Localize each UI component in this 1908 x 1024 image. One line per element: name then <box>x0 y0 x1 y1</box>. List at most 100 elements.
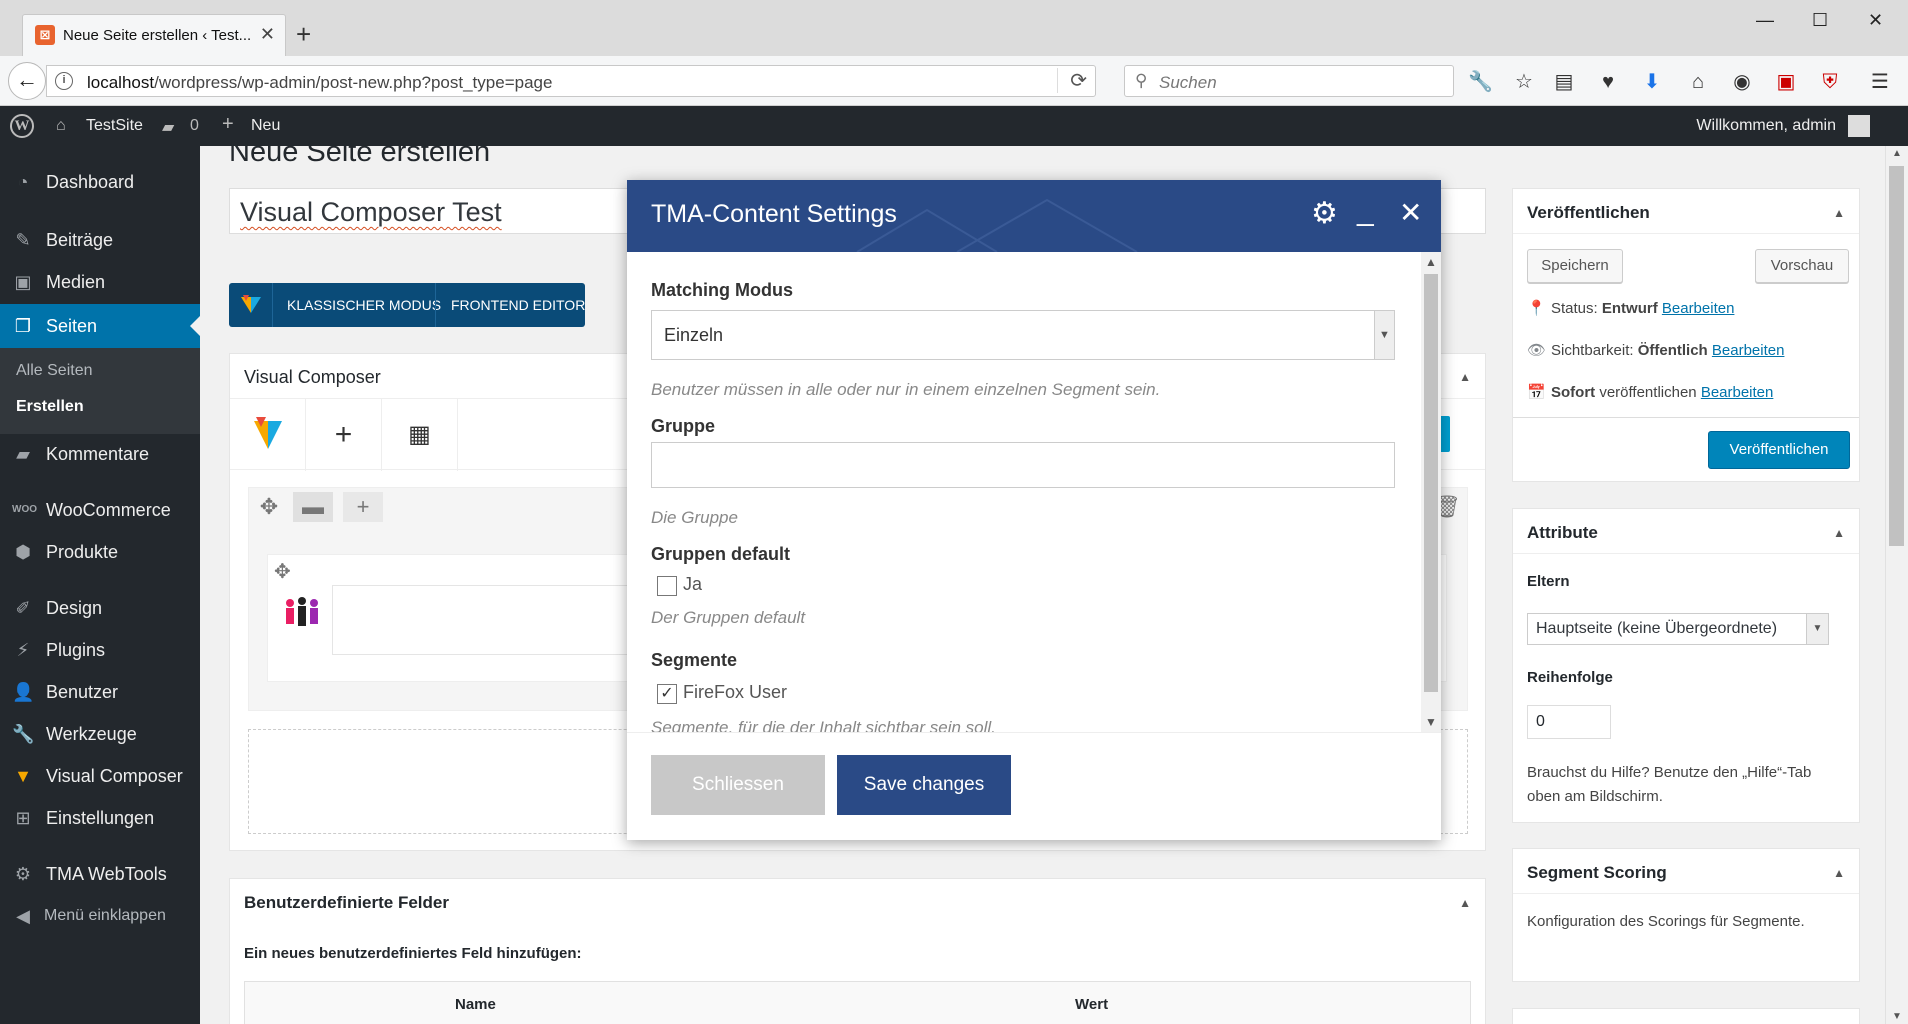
modal-scrollbar[interactable]: ▲ ▼ <box>1421 252 1441 732</box>
classic-mode-button[interactable]: KLASSISCHER MODUS <box>287 297 441 313</box>
close-tab-icon[interactable]: ✕ <box>260 24 275 45</box>
addon-icon[interactable]: ◉ <box>1730 70 1754 94</box>
group-input[interactable] <box>651 442 1395 488</box>
sidebar-item-products[interactable]: ⬢ Produkte <box>0 532 200 572</box>
parent-select[interactable]: Hauptseite (keine Übergeordnete) ▼ <box>1527 613 1829 645</box>
segment-firefox-checkbox[interactable]: ✓ <box>657 684 677 704</box>
sidebar-item-visual-composer[interactable]: ▼ Visual Composer <box>0 756 200 796</box>
download-arrow-icon[interactable]: ⬇ <box>1640 70 1664 94</box>
sidebar-item-label: Menü einklappen <box>44 907 166 924</box>
sidebar-item-plugins[interactable]: ⚡ Plugins <box>0 630 200 670</box>
scroll-down-icon[interactable]: ▼ <box>1886 1011 1908 1022</box>
row-layout-icon[interactable]: ▬ <box>293 492 333 522</box>
close-button[interactable]: Schliessen <box>651 755 825 815</box>
sidebar-item-pages[interactable]: ❐ Seiten <box>0 304 200 348</box>
submenu-new-page[interactable]: Erstellen <box>16 398 84 416</box>
sidebar-item-tma-webtools[interactable]: ⚙ TMA WebTools <box>0 854 200 894</box>
admin-sidebar: ◔ Dashboard ✎ Beiträge ▣ Medien ❐ Seiten All… <box>0 146 200 1024</box>
sidebar-item-label: Einstellungen <box>46 808 155 828</box>
addon-badge-icon[interactable]: ▣ <box>1774 70 1798 94</box>
maximize-window-icon[interactable]: ☐ <box>1812 10 1828 31</box>
scroll-down-icon[interactable]: ▼ <box>1421 712 1441 732</box>
comments-count[interactable]: 0 <box>190 117 199 135</box>
matching-mode-select[interactable]: Einzeln ▼ <box>651 310 1395 360</box>
url-host: localhost <box>87 73 155 92</box>
scroll-up-icon[interactable]: ▲ <box>1421 252 1441 272</box>
reading-list-icon[interactable]: ▤ <box>1552 70 1576 94</box>
submenu-all-pages[interactable]: Alle Seiten <box>16 362 93 380</box>
order-input[interactable]: 0 <box>1527 705 1611 739</box>
toggle-arrow-icon[interactable]: ▲ <box>1833 206 1845 220</box>
add-column-icon[interactable]: + <box>343 492 383 522</box>
save-draft-button[interactable]: Speichern <box>1527 249 1623 283</box>
page-scrollbar[interactable]: ▲ ▼ <box>1885 146 1908 1024</box>
modal-scroll-thumb[interactable] <box>1424 274 1438 692</box>
drag-move-icon[interactable]: ✥ <box>249 492 289 522</box>
sidebar-item-comments[interactable]: ▰ Kommentare <box>0 434 200 474</box>
frontend-editor-button[interactable]: FRONTEND EDITOR <box>451 297 585 313</box>
gear-icon[interactable]: ⚙ <box>1311 196 1338 231</box>
page-scroll-thumb[interactable] <box>1889 166 1904 546</box>
minimize-window-icon[interactable]: — <box>1756 10 1774 31</box>
edit-status-link[interactable]: Bearbeiten <box>1662 300 1735 317</box>
sidebar-item-posts[interactable]: ✎ Beiträge <box>0 220 200 260</box>
search-input[interactable]: ⚲ Suchen <box>1124 65 1454 97</box>
add-element-button[interactable]: + <box>306 399 382 471</box>
edit-schedule-link[interactable]: Bearbeiten <box>1701 384 1774 401</box>
site-name-link[interactable]: TestSite <box>86 117 143 135</box>
publish-button[interactable]: Veröffentlichen <box>1708 431 1850 469</box>
wrench-icon: 🔧 <box>12 724 35 744</box>
new-content-link[interactable]: Neu <box>251 117 280 135</box>
wordpress-logo-icon[interactable]: W <box>10 114 34 138</box>
url-bar[interactable]: i localhost/wordpress/wp-admin/post-new.… <box>46 65 1096 97</box>
minimize-icon[interactable]: _ <box>1357 194 1374 228</box>
sidebar-item-design[interactable]: ✐ Design <box>0 588 200 628</box>
back-arrow-icon[interactable]: ← <box>8 62 46 100</box>
sidebar-item-woocommerce[interactable]: WOO WooCommerce <box>0 490 200 530</box>
sidebar-item-users[interactable]: 👤 Benutzer <box>0 672 200 712</box>
ublock-shield-icon[interactable]: ⛨ <box>1818 70 1842 94</box>
column-header-name: Name <box>455 996 496 1013</box>
sidebar-item-label: Visual Composer <box>46 766 183 786</box>
home-icon[interactable]: ⌂ <box>1686 70 1710 94</box>
edit-visibility-link[interactable]: Bearbeiten <box>1712 342 1785 359</box>
pocket-icon[interactable]: ♥ <box>1596 70 1620 94</box>
welcome-text[interactable]: Willkommen, admin <box>1696 117 1836 135</box>
group-label: Gruppe <box>651 416 716 436</box>
info-icon[interactable]: i <box>55 72 73 90</box>
bookmark-star-icon[interactable]: ☆ <box>1512 70 1536 94</box>
sidebar-item-dashboard[interactable]: ◔ Dashboard <box>0 162 200 202</box>
pages-icon: ❐ <box>14 316 32 336</box>
toggle-arrow-icon[interactable]: ▲ <box>1833 866 1845 880</box>
toggle-arrow-icon[interactable]: ▲ <box>1459 896 1471 910</box>
reload-icon[interactable]: ⟳ <box>1057 68 1087 93</box>
custom-fields-panel: Benutzerdefinierte Felder ▲ Ein neues be… <box>229 878 1486 1024</box>
sidebar-collapse-menu[interactable]: ◀ Menü einklappen <box>0 896 200 936</box>
sidebar-item-tools[interactable]: 🔧 Werkzeuge <box>0 714 200 754</box>
visibility-label: Sichtbarkeit: <box>1551 342 1634 359</box>
comment-bubble-icon[interactable]: ▰ <box>162 117 174 137</box>
save-changes-button[interactable]: Save changes <box>837 755 1011 815</box>
avatar[interactable] <box>1848 115 1870 137</box>
new-tab-icon[interactable]: + <box>296 21 311 47</box>
group-default-checkbox[interactable] <box>657 576 677 596</box>
wrench-icon[interactable]: 🔧 <box>1468 70 1493 94</box>
vc-logo-button[interactable] <box>230 399 306 471</box>
close-icon[interactable]: ✕ <box>1399 196 1422 229</box>
drag-move-icon[interactable]: ✥ <box>274 559 291 584</box>
browser-tab[interactable]: ⊠ Neue Seite erstellen ‹ Test... ✕ <box>22 14 286 56</box>
schedule-line: 📅 Sofort veröffentlichen Bearbeiten <box>1527 383 1773 401</box>
vc-logo-button[interactable] <box>229 283 273 327</box>
templates-button[interactable]: ▦ <box>382 399 458 471</box>
hamburger-menu-icon[interactable]: ☰ <box>1868 70 1892 94</box>
preview-button[interactable]: Vorschau <box>1755 249 1849 283</box>
visibility-line: 👁 Sichtbarkeit: Öffentlich Bearbeiten <box>1527 341 1784 359</box>
modal-footer: Schliessen Save changes <box>627 732 1441 840</box>
toggle-arrow-icon[interactable]: ▲ <box>1459 370 1471 384</box>
scroll-up-icon[interactable]: ▲ <box>1886 148 1908 159</box>
custom-fields-add-label: Ein neues benutzerdefiniertes Feld hinzu… <box>244 945 582 962</box>
toggle-arrow-icon[interactable]: ▲ <box>1833 526 1845 540</box>
sidebar-item-media[interactable]: ▣ Medien <box>0 262 200 302</box>
close-window-icon[interactable]: ✕ <box>1868 10 1883 31</box>
sidebar-item-settings[interactable]: ⊞ Einstellungen <box>0 798 200 838</box>
